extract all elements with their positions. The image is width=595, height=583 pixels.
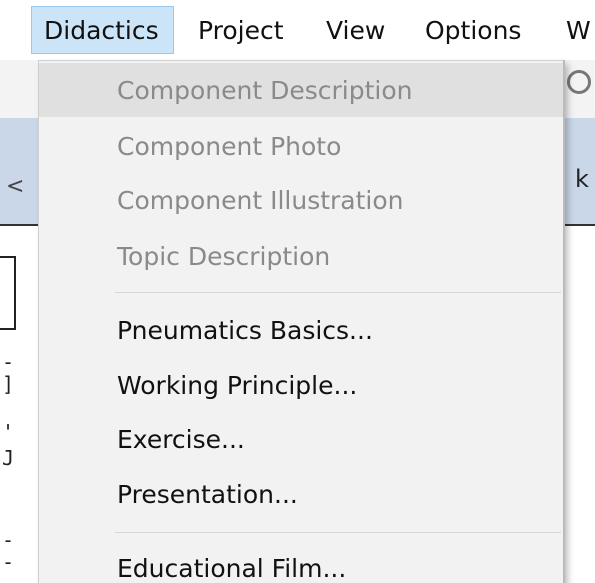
menu-item-educational-film[interactable]: Educational Film... [39, 541, 563, 583]
background-glyph: J [2, 446, 15, 470]
dropdown-shadow [563, 60, 565, 583]
menu-view[interactable]: View [326, 6, 385, 54]
menu-separator [115, 532, 561, 533]
magnifier-icon[interactable] [567, 70, 591, 94]
menu-item-presentation[interactable]: Presentation... [39, 467, 563, 521]
menu-item-exercise[interactable]: Exercise... [39, 412, 563, 466]
menu-item-component-photo[interactable]: Component Photo [39, 119, 563, 173]
menu-options[interactable]: Options [425, 6, 521, 54]
menu-item-working-principle[interactable]: Working Principle... [39, 358, 563, 412]
background-glyph: - [2, 350, 15, 374]
background-canvas-right [563, 226, 595, 583]
background-glyph: - [2, 550, 15, 574]
menu-item-component-illustration[interactable]: Component Illustration [39, 173, 563, 227]
menu-bar: Didactics Project View Options W [0, 0, 595, 60]
background-component-box [0, 256, 16, 330]
menu-project[interactable]: Project [198, 6, 284, 54]
menu-didactics[interactable]: Didactics [31, 6, 174, 54]
menu-item-component-description[interactable]: Component Description [39, 63, 563, 117]
background-text-fragment: k [575, 165, 589, 193]
background-glyph: - [2, 528, 15, 552]
background-panel-left [0, 118, 40, 224]
didactics-dropdown-menu: Component Description Component Photo Co… [38, 60, 564, 583]
background-glyph: ' [2, 420, 15, 444]
menu-separator [115, 292, 561, 293]
menu-window[interactable]: W [566, 6, 591, 54]
menu-item-pneumatics-basics[interactable]: Pneumatics Basics... [39, 303, 563, 357]
background-text-fragment: < [6, 174, 25, 199]
background-glyph: ] [2, 372, 15, 396]
menu-item-topic-description[interactable]: Topic Description [39, 229, 563, 283]
